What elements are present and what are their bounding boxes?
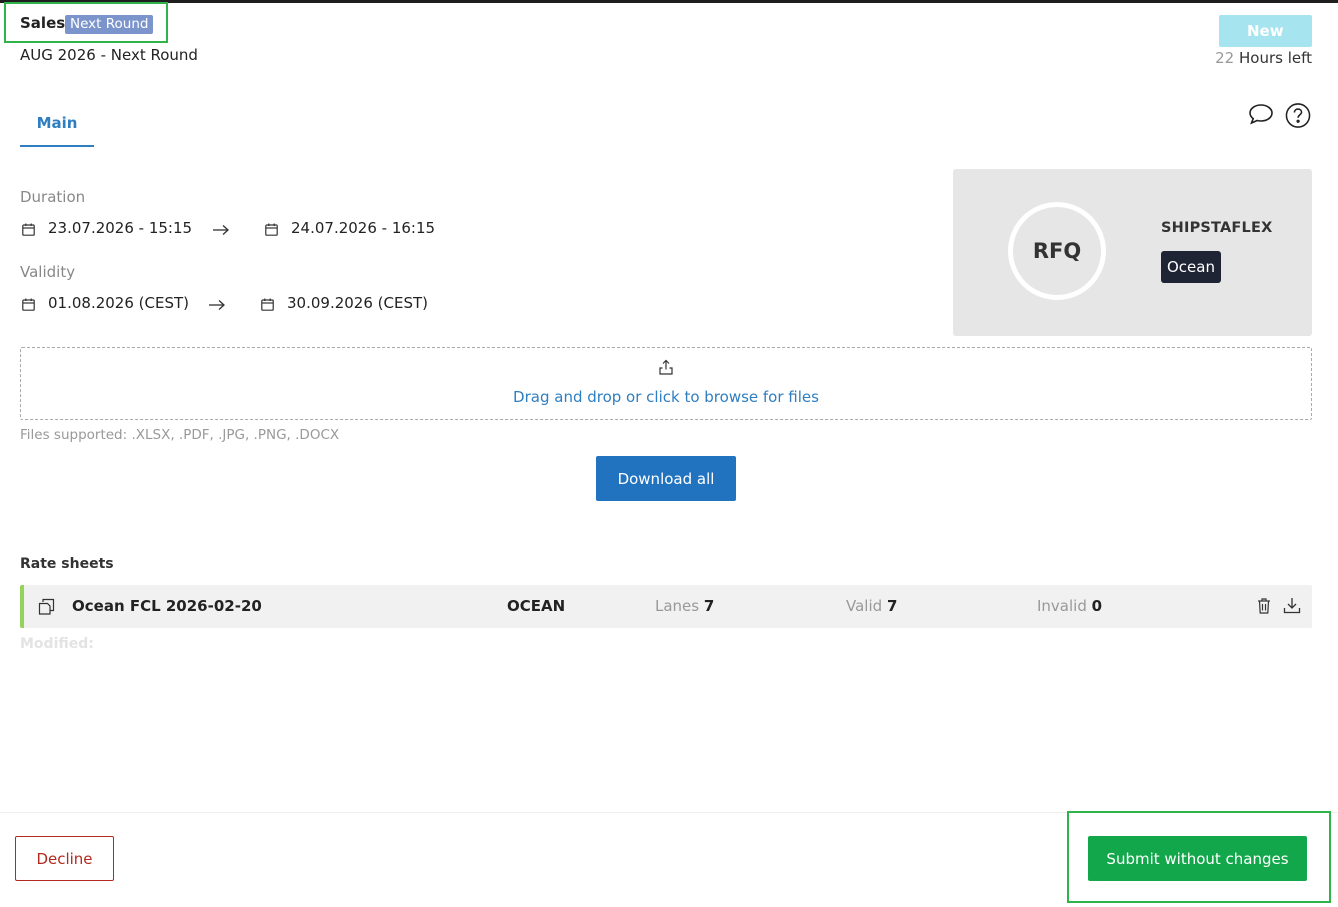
- valid-label: Valid: [846, 597, 883, 615]
- summary-card: [953, 169, 1312, 336]
- rfq-type-ring: RFQ: [1008, 202, 1106, 300]
- trash-icon[interactable]: [1257, 598, 1271, 618]
- top-border: [0, 0, 1338, 3]
- calendar-icon: [22, 297, 35, 315]
- round-badge: Next Round: [65, 15, 154, 34]
- hours-left: 22 Hours left: [1215, 49, 1312, 67]
- table-row[interactable]: Ocean FCL 2026-02-20 OCEAN Lanes 7 Valid…: [20, 585, 1312, 628]
- invalid-label: Invalid: [1037, 597, 1087, 615]
- calendar-icon: [22, 222, 35, 240]
- hours-left-number: 22: [1215, 49, 1235, 67]
- hours-left-text: Hours left: [1238, 49, 1312, 67]
- validity-start: 01.08.2026 (CEST): [48, 294, 189, 312]
- calendar-icon: [265, 222, 278, 240]
- duration-label: Duration: [20, 188, 86, 206]
- chat-bubble-icon[interactable]: [1248, 101, 1274, 127]
- arrow-right-icon: [212, 222, 230, 240]
- help-icon[interactable]: [1285, 102, 1311, 128]
- rate-sheet-name[interactable]: Ocean FCL 2026-02-20: [72, 585, 262, 628]
- rate-sheet-lanes: Lanes 7: [655, 585, 714, 628]
- upload-icon: [658, 359, 674, 375]
- copy-document-icon: [38, 598, 55, 619]
- tab-main[interactable]: Main: [20, 112, 94, 147]
- calendar-icon: [261, 297, 274, 315]
- duration-end: 24.07.2026 - 16:15: [291, 219, 436, 237]
- files-supported-note: Files supported: .XLSX, .PDF, .JPG, .PNG…: [20, 427, 340, 443]
- validity-end: 30.09.2026 (CEST): [287, 294, 428, 312]
- rate-sheet-invalid: Invalid 0: [1037, 585, 1102, 628]
- page-subtitle: AUG 2026 - Next Round: [20, 46, 198, 64]
- duration-start: 23.07.2026 - 15:15: [48, 219, 193, 237]
- rate-sheet-mode: OCEAN: [507, 597, 566, 615]
- transport-mode-tag: Ocean: [1161, 251, 1221, 283]
- valid-value: 7: [886, 597, 898, 615]
- download-all-button[interactable]: Download all: [596, 456, 736, 501]
- submit-without-changes-button[interactable]: Submit without changes: [1088, 836, 1307, 881]
- validity-label: Validity: [20, 263, 76, 281]
- page-title: Sales: [20, 14, 66, 32]
- rfq-type-label: RFQ: [1032, 239, 1082, 263]
- file-dropzone[interactable]: Drag and drop or click to browse for fil…: [20, 347, 1312, 420]
- decline-button[interactable]: Decline: [15, 836, 114, 881]
- company-name: SHIPSTAFLEX: [1161, 220, 1273, 236]
- lanes-value: 7: [703, 597, 715, 615]
- download-icon[interactable]: [1283, 597, 1301, 618]
- lanes-label: Lanes: [655, 597, 700, 615]
- status-badge: New: [1219, 15, 1312, 47]
- rate-sheets-title: Rate sheets: [20, 556, 114, 572]
- modified-label: Modified:: [20, 636, 94, 652]
- arrow-right-icon: [208, 297, 226, 315]
- invalid-value: 0: [1091, 597, 1103, 615]
- dropzone-text[interactable]: Drag and drop or click to browse for fil…: [21, 388, 1311, 406]
- rate-sheet-valid: Valid 7: [846, 585, 897, 628]
